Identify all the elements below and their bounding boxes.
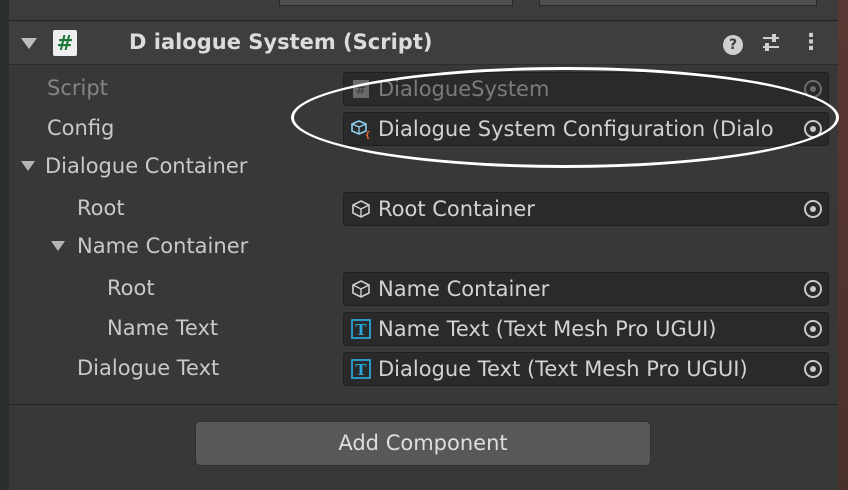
svg-text:T: T	[355, 321, 367, 339]
root-field[interactable]: Root Container	[343, 192, 829, 226]
config-label: Config	[47, 116, 115, 140]
previous-toolbar-segment	[279, 0, 513, 6]
name-container-foldout-icon[interactable]	[51, 241, 65, 251]
name-text-label: Name Text	[107, 316, 219, 340]
object-picker-icon[interactable]	[798, 313, 828, 345]
root-label: Root	[77, 196, 125, 220]
object-picker-icon[interactable]	[798, 273, 828, 305]
component-divider	[9, 404, 838, 405]
add-component-button[interactable]: Add Component	[195, 421, 651, 466]
object-picker-icon	[798, 73, 828, 105]
dialogue-container-label[interactable]: Dialogue Container	[45, 154, 247, 178]
dialogue-container-foldout-icon[interactable]	[21, 161, 35, 171]
svg-text:T: T	[355, 361, 367, 379]
foldout-arrow-icon[interactable]	[21, 38, 37, 49]
previous-component-edge	[9, 0, 838, 21]
svg-text:#: #	[356, 83, 367, 98]
gameobject-cube-icon	[352, 200, 370, 218]
config-field[interactable]: {} Dialogue System Configuration (Dialo	[343, 112, 829, 146]
script-file-icon: #	[353, 80, 369, 98]
script-field: # DialogueSystem	[343, 72, 829, 106]
previous-toolbar-segment	[539, 0, 817, 6]
config-value: Dialogue System Configuration (Dialo	[378, 117, 774, 141]
script-label: Script	[47, 76, 108, 100]
name-text-value: Name Text (Text Mesh Pro UGUI)	[378, 317, 717, 341]
object-picker-icon[interactable]	[798, 353, 828, 385]
background-left-edge	[0, 0, 9, 490]
component-header[interactable]: # D ialogue System (Script) ? ⋮	[9, 22, 838, 65]
name-text-field[interactable]: T Name Text (Text Mesh Pro UGUI)	[343, 312, 829, 346]
scriptable-object-icon: {}	[351, 120, 371, 139]
inspector-panel: # D ialogue System (Script) ? ⋮ Script #…	[9, 0, 839, 490]
root-value: Root Container	[378, 197, 535, 221]
name-root-label: Root	[107, 276, 155, 300]
component-title: D ialogue System (Script)	[129, 30, 433, 54]
object-picker-icon[interactable]	[798, 113, 828, 145]
dialogue-text-label: Dialogue Text	[77, 356, 220, 380]
script-value: DialogueSystem	[378, 77, 550, 101]
background-right-edge	[838, 0, 848, 490]
object-picker-icon[interactable]	[798, 193, 828, 225]
svg-text:{}: {}	[365, 131, 371, 139]
name-root-field[interactable]: Name Container	[343, 272, 829, 306]
dialogue-text-value: Dialogue Text (Text Mesh Pro UGUI)	[378, 357, 748, 381]
name-container-label[interactable]: Name Container	[77, 234, 248, 258]
preset-sliders-icon[interactable]	[759, 30, 783, 56]
text-mesh-pro-icon: T	[351, 359, 371, 379]
script-hash-icon: #	[53, 30, 77, 56]
text-mesh-pro-icon: T	[351, 319, 371, 339]
help-icon[interactable]: ?	[721, 30, 745, 56]
kebab-menu-icon[interactable]: ⋮	[799, 30, 823, 56]
name-root-value: Name Container	[378, 277, 550, 301]
gameobject-cube-icon	[352, 280, 370, 298]
dialogue-text-field[interactable]: T Dialogue Text (Text Mesh Pro UGUI)	[343, 352, 829, 386]
